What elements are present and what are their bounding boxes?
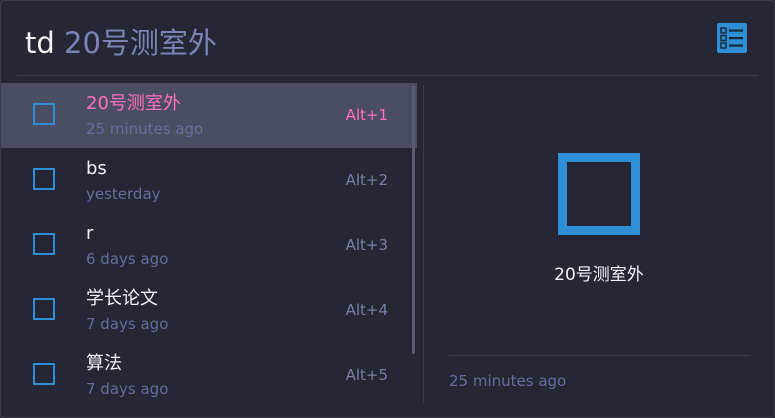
checkbox-icon [33, 233, 55, 255]
item-title: r [86, 223, 94, 244]
item-time: 25 minutes ago [86, 120, 204, 138]
search-input[interactable]: td 20号测室外 [25, 23, 217, 63]
preview-divider [449, 355, 749, 356]
item-shortcut: Alt+3 [345, 236, 388, 254]
item-time: 7 days ago [86, 380, 169, 398]
checklist-icon[interactable] [717, 23, 747, 53]
checkbox-icon [33, 298, 55, 320]
item-time: 7 days ago [86, 315, 169, 333]
preview-title: 20号测室外 [554, 265, 644, 285]
checkbox-icon [33, 168, 55, 190]
item-title: 算法 [86, 353, 122, 374]
item-shortcut: Alt+5 [345, 366, 388, 384]
search-query: 20号测室外 [54, 26, 217, 60]
list-item[interactable]: 算法 7 days ago Alt+5 [1, 343, 417, 408]
item-shortcut: Alt+4 [345, 301, 388, 319]
search-bar[interactable]: td 20号测室外 [17, 1, 758, 76]
item-time: 6 days ago [86, 250, 169, 268]
item-title: 学长论文 [86, 288, 158, 309]
item-shortcut: Alt+2 [345, 171, 388, 189]
panel-divider [423, 85, 424, 403]
result-list: 20号测室外 25 minutes ago Alt+1 bs yesterday… [1, 83, 417, 409]
item-title: bs [86, 158, 107, 179]
preview-time: 25 minutes ago [449, 372, 567, 390]
checkbox-icon [558, 153, 640, 235]
item-title: 20号测室外 [86, 93, 181, 114]
list-item[interactable]: r 6 days ago Alt+3 [1, 213, 417, 278]
item-shortcut: Alt+1 [345, 106, 388, 124]
list-item[interactable]: 学长论文 7 days ago Alt+4 [1, 278, 417, 343]
list-scrollbar[interactable] [412, 86, 415, 354]
search-keyword: td [25, 26, 55, 60]
checkbox-icon [33, 103, 55, 125]
checkbox-icon [33, 363, 55, 385]
list-item[interactable]: 20号测室外 25 minutes ago Alt+1 [1, 83, 417, 148]
launcher-window: td 20号测室外 20号测室外 25 minutes ago Alt+1 bs… [0, 0, 775, 418]
item-time: yesterday [86, 185, 161, 203]
list-item[interactable]: bs yesterday Alt+2 [1, 148, 417, 213]
